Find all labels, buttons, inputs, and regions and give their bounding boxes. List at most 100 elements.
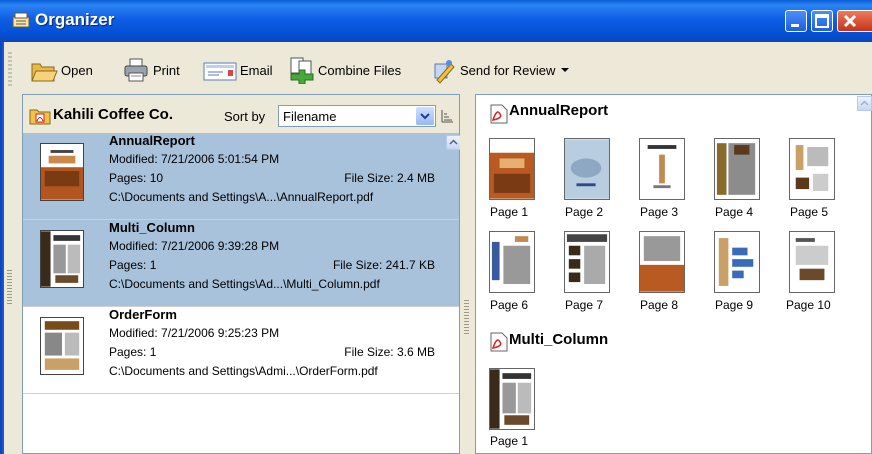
- file-name: Multi_Column: [109, 220, 195, 235]
- page-thumbnail[interactable]: [489, 231, 535, 293]
- title-bar[interactable]: Organizer: [0, 0, 872, 42]
- page-thumbnail[interactable]: [564, 231, 610, 293]
- chevron-down-icon: [420, 113, 430, 120]
- file-list-panel: Kahili Coffee Co. Sort by Filename Annua…: [22, 94, 461, 454]
- page-thumbnail[interactable]: [489, 368, 535, 430]
- open-label: Open: [61, 62, 93, 78]
- page-thumbnail[interactable]: [789, 138, 835, 200]
- page-thumbnail[interactable]: [714, 138, 760, 200]
- file-thumbnail: [40, 143, 84, 201]
- page-image: [490, 139, 534, 199]
- maximize-icon: [815, 14, 829, 28]
- splitter-grip[interactable]: [464, 300, 469, 334]
- file-modified: Modified: 7/21/2006 9:39:28 PM: [109, 239, 280, 253]
- annual-report-thumb-image: [41, 144, 83, 200]
- envelope-icon: [203, 62, 237, 81]
- toolbar-grip[interactable]: [8, 52, 12, 86]
- page-label: Page 1: [490, 205, 529, 219]
- sort-by-label: Sort by: [224, 109, 266, 124]
- file-pages: Pages: 1: [109, 258, 157, 272]
- page-image: [490, 232, 534, 292]
- folder-name: Kahili Coffee Co.: [53, 106, 174, 123]
- page-label: Page 4: [715, 205, 754, 219]
- sort-order-icon[interactable]: [440, 108, 454, 124]
- file-pages: Pages: 1: [109, 345, 157, 359]
- page-image: [715, 139, 759, 199]
- page-image: [565, 232, 609, 292]
- file-name: AnnualReport: [109, 133, 195, 148]
- email-button[interactable]: Email: [203, 56, 273, 84]
- file-list: AnnualReport Modified: 7/21/2006 5:01:54…: [23, 133, 459, 453]
- send-review-icon: [434, 60, 455, 84]
- page-label: Page 5: [790, 205, 829, 219]
- window-title: Organizer: [35, 10, 115, 29]
- send-for-review-button[interactable]: Send for Review: [431, 56, 570, 84]
- multi-column-thumb-image: [41, 231, 83, 287]
- page-thumbnail[interactable]: [639, 231, 685, 293]
- pdf-folder-icon: [29, 109, 51, 125]
- sort-by-select[interactable]: Filename: [278, 105, 436, 127]
- dropdown-arrow-icon: [561, 68, 570, 72]
- file-thumbnail: [40, 317, 84, 375]
- minimize-icon: [791, 24, 799, 27]
- file-thumbnail: [40, 230, 84, 288]
- folder-open-icon: [31, 63, 58, 82]
- toolbar: Open Print Email Combine Files Send for …: [6, 46, 868, 92]
- file-size: File Size: 241.7 KB: [332, 258, 435, 272]
- document-title: AnnualReport: [509, 102, 609, 119]
- chevron-up-icon: [449, 139, 458, 145]
- page-thumbnail[interactable]: [564, 138, 610, 200]
- page-thumbnail[interactable]: [489, 138, 535, 200]
- open-button[interactable]: Open: [30, 56, 93, 84]
- page-label: Page 3: [640, 205, 679, 219]
- page-image: [790, 232, 834, 292]
- combine-files-button[interactable]: Combine Files: [287, 56, 401, 84]
- file-size: File Size: 3.6 MB: [344, 345, 435, 359]
- print-button[interactable]: Print: [122, 56, 180, 84]
- email-label: Email: [240, 62, 273, 78]
- page-label: Page 1: [490, 434, 529, 448]
- sort-dropdown-button[interactable]: [416, 107, 434, 125]
- document-title: Multi_Column: [509, 331, 609, 348]
- page-image: [790, 139, 834, 199]
- file-row-annualreport[interactable]: AnnualReport Modified: 7/21/2006 5:01:54…: [23, 133, 459, 220]
- maximize-button[interactable]: [811, 10, 833, 32]
- file-list-scroll-up-button[interactable]: [446, 135, 461, 150]
- file-list-header: Kahili Coffee Co. Sort by Filename: [23, 95, 459, 133]
- send-for-review-label: Send for Review: [460, 62, 556, 78]
- panel-splitter[interactable]: [460, 94, 474, 454]
- page-image: [490, 369, 534, 429]
- page-label: Page 10: [786, 298, 831, 312]
- left-resize-grip[interactable]: [7, 270, 12, 304]
- file-modified: Modified: 7/21/2006 9:25:23 PM: [109, 326, 280, 340]
- chevron-up-icon: [860, 100, 869, 106]
- page-label: Page 9: [715, 298, 754, 312]
- preview-scroll-up-button[interactable]: [857, 96, 872, 111]
- file-path: C:\Documents and Settings\A...\AnnualRep…: [109, 190, 374, 204]
- close-button[interactable]: [837, 10, 872, 32]
- page-thumbnail[interactable]: [639, 138, 685, 200]
- page-preview-panel: AnnualReport Page 1 Page 2 Page 3 Page 4…: [475, 94, 872, 454]
- print-label: Print: [153, 62, 180, 78]
- printer-icon: [124, 58, 148, 82]
- page-image: [640, 139, 684, 199]
- pdf-file-icon: [490, 104, 508, 124]
- page-thumbnail[interactable]: [789, 231, 835, 293]
- order-form-thumb-image: [41, 318, 83, 374]
- page-image: [715, 232, 759, 292]
- page-label: Page 8: [640, 298, 679, 312]
- file-row-orderform[interactable]: OrderForm Modified: 7/21/2006 9:25:23 PM…: [23, 307, 459, 394]
- minimize-button[interactable]: [785, 10, 807, 32]
- pdf-file-icon: [490, 332, 508, 352]
- page-thumbnail[interactable]: [714, 231, 760, 293]
- combine-files-icon: [290, 57, 314, 84]
- organizer-app-icon: [12, 12, 30, 28]
- file-modified: Modified: 7/21/2006 5:01:54 PM: [109, 152, 280, 166]
- page-image: [565, 139, 609, 199]
- page-label: Page 7: [565, 298, 604, 312]
- combine-files-label: Combine Files: [318, 62, 402, 78]
- file-row-multi-column[interactable]: Multi_Column Modified: 7/21/2006 9:39:28…: [23, 220, 459, 307]
- file-size: File Size: 2.4 MB: [344, 171, 435, 185]
- file-path: C:\Documents and Settings\Admi...\OrderF…: [109, 364, 378, 378]
- close-icon: [843, 14, 857, 28]
